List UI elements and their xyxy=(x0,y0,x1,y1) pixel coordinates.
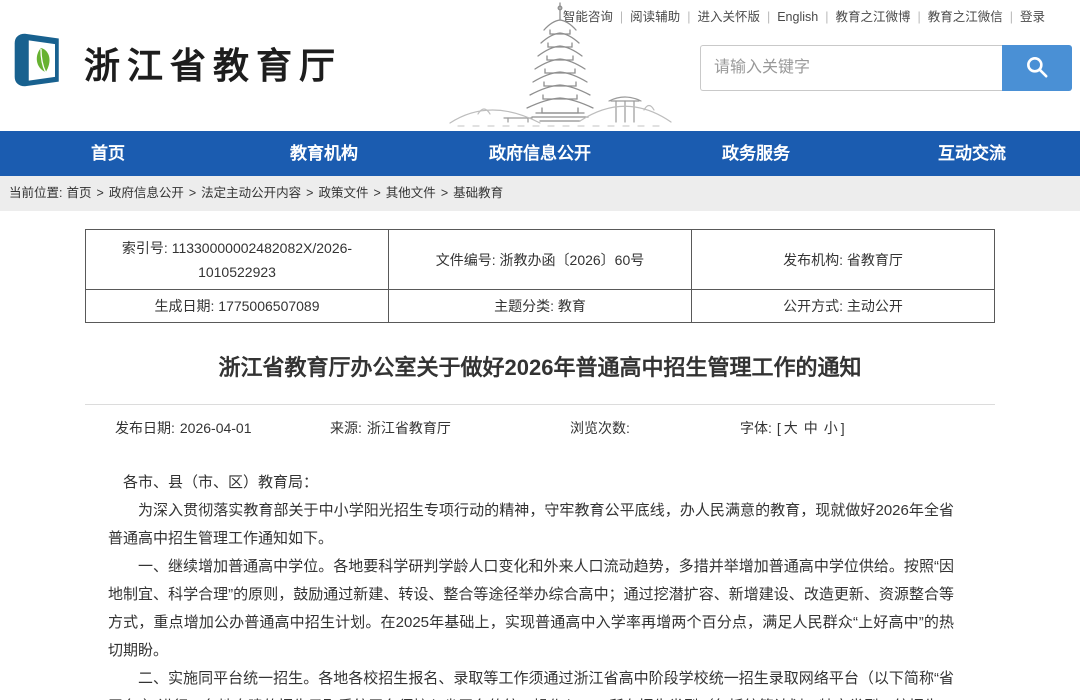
table-row: 索引号: 11330000002482082X/2026-1010522923 … xyxy=(86,230,995,290)
link-care-version[interactable]: 进入关怀版 xyxy=(697,10,760,24)
site-header: 智能咨询|阅读辅助|进入关怀版|English|教育之江微博|教育之江微信|登录… xyxy=(0,0,1080,131)
breadcrumb-separator: > xyxy=(306,186,313,200)
breadcrumb-prefix: 当前位置: xyxy=(9,186,62,200)
breadcrumb-gov-info[interactable]: 政府信息公开 xyxy=(109,186,184,200)
search-input[interactable] xyxy=(700,45,1002,91)
breadcrumb-home[interactable]: 首页 xyxy=(66,186,91,200)
cell-disclosure-method: 公开方式: 主动公开 xyxy=(692,290,995,323)
logo-book-icon xyxy=(10,30,70,95)
font-size-large[interactable]: 大 xyxy=(784,420,798,436)
nav-item-gov-info[interactable]: 政府信息公开 xyxy=(432,131,648,176)
font-size-control: 字体:[大中小] xyxy=(740,418,845,438)
document-info-table: 索引号: 11330000002482082X/2026-1010522923 … xyxy=(85,229,995,323)
table-row: 生成日期: 1775006507089 主题分类: 教育 公开方式: 主动公开 xyxy=(86,290,995,323)
link-separator: | xyxy=(1010,10,1013,24)
search-icon xyxy=(1024,54,1050,83)
cell-topic-category: 主题分类: 教育 xyxy=(389,290,692,323)
link-separator: | xyxy=(767,10,770,24)
site-search xyxy=(700,45,1072,91)
search-button[interactable] xyxy=(1002,45,1072,91)
page: 智能咨询|阅读辅助|进入关怀版|English|教育之江微博|教育之江微信|登录… xyxy=(0,0,1080,700)
salutation: 各市、县（市、区）教育局： xyxy=(108,469,954,497)
bracket-close: ] xyxy=(841,420,845,436)
breadcrumb-separator: > xyxy=(441,186,448,200)
link-weibo[interactable]: 教育之江微博 xyxy=(835,10,910,24)
publish-date: 发布日期:2026-04-01 xyxy=(115,418,252,438)
breadcrumb-basic-education[interactable]: 基础教育 xyxy=(453,186,503,200)
breadcrumb-policy-docs[interactable]: 政策文件 xyxy=(318,186,368,200)
link-english[interactable]: English xyxy=(777,10,818,24)
cell-creation-date: 生成日期: 1775006507089 xyxy=(86,290,389,323)
nav-item-home[interactable]: 首页 xyxy=(0,131,216,176)
body-paragraph: 二、实施同平台统一招生。各地各校招生报名、录取等工作须通过浙江省高中阶段学校统一… xyxy=(108,665,954,700)
breadcrumb-separator: > xyxy=(189,186,196,200)
pagoda-illustration xyxy=(448,0,673,129)
link-separator: | xyxy=(917,10,920,24)
page-title: 浙江省教育厅办公室关于做好2026年普通高中招生管理工作的通知 xyxy=(60,350,1020,382)
nav-item-gov-services[interactable]: 政务服务 xyxy=(648,131,864,176)
document-body: 各市、县（市、区）教育局： 为深入贯彻落实教育部关于中小学阳光招生专项行动的精神… xyxy=(108,469,954,700)
body-paragraph: 为深入贯彻落实教育部关于中小学阳光招生专项行动的精神，守牢教育公平底线，办人民满… xyxy=(108,497,954,553)
breadcrumb-other-docs[interactable]: 其他文件 xyxy=(386,186,436,200)
breadcrumb: 当前位置: 首页 > 政府信息公开 > 法定主动公开内容 > 政策文件 > 其他文件 > 基础教育 xyxy=(0,176,1080,211)
main-nav: 首页 教育机构 政府信息公开 政务服务 互动交流 xyxy=(0,131,1080,176)
cell-index-number: 索引号: 11330000002482082X/2026-1010522923 xyxy=(86,230,389,290)
cell-issuing-agency: 发布机构: 省教育厅 xyxy=(692,230,995,290)
view-count: 浏览次数: xyxy=(570,418,635,438)
nav-item-interaction[interactable]: 互动交流 xyxy=(864,131,1080,176)
document-meta: 发布日期:2026-04-01 来源:浙江省教育厅 浏览次数: 字体:[大中小] xyxy=(85,405,995,447)
font-size-medium[interactable]: 中 xyxy=(804,420,818,436)
breadcrumb-statutory-disclosure[interactable]: 法定主动公开内容 xyxy=(201,186,301,200)
font-size-small[interactable]: 小 xyxy=(824,420,838,436)
site-title: 浙江省教育厅 xyxy=(84,37,342,89)
breadcrumb-separator: > xyxy=(373,186,380,200)
cell-document-number: 文件编号: 浙教办函〔2026〕60号 xyxy=(389,230,692,290)
link-login[interactable]: 登录 xyxy=(1020,10,1045,24)
link-separator: | xyxy=(825,10,828,24)
link-wechat[interactable]: 教育之江微信 xyxy=(928,10,1003,24)
source: 来源:浙江省教育厅 xyxy=(330,418,451,438)
bracket-open: [ xyxy=(777,420,781,436)
link-separator: | xyxy=(687,10,690,24)
body-paragraph: 一、继续增加普通高中学位。各地要科学研判学龄人口变化和外来人口流动趋势，多措并举… xyxy=(108,553,954,665)
nav-item-institutions[interactable]: 教育机构 xyxy=(216,131,432,176)
site-logo[interactable]: 浙江省教育厅 xyxy=(10,30,342,95)
breadcrumb-separator: > xyxy=(97,186,104,200)
